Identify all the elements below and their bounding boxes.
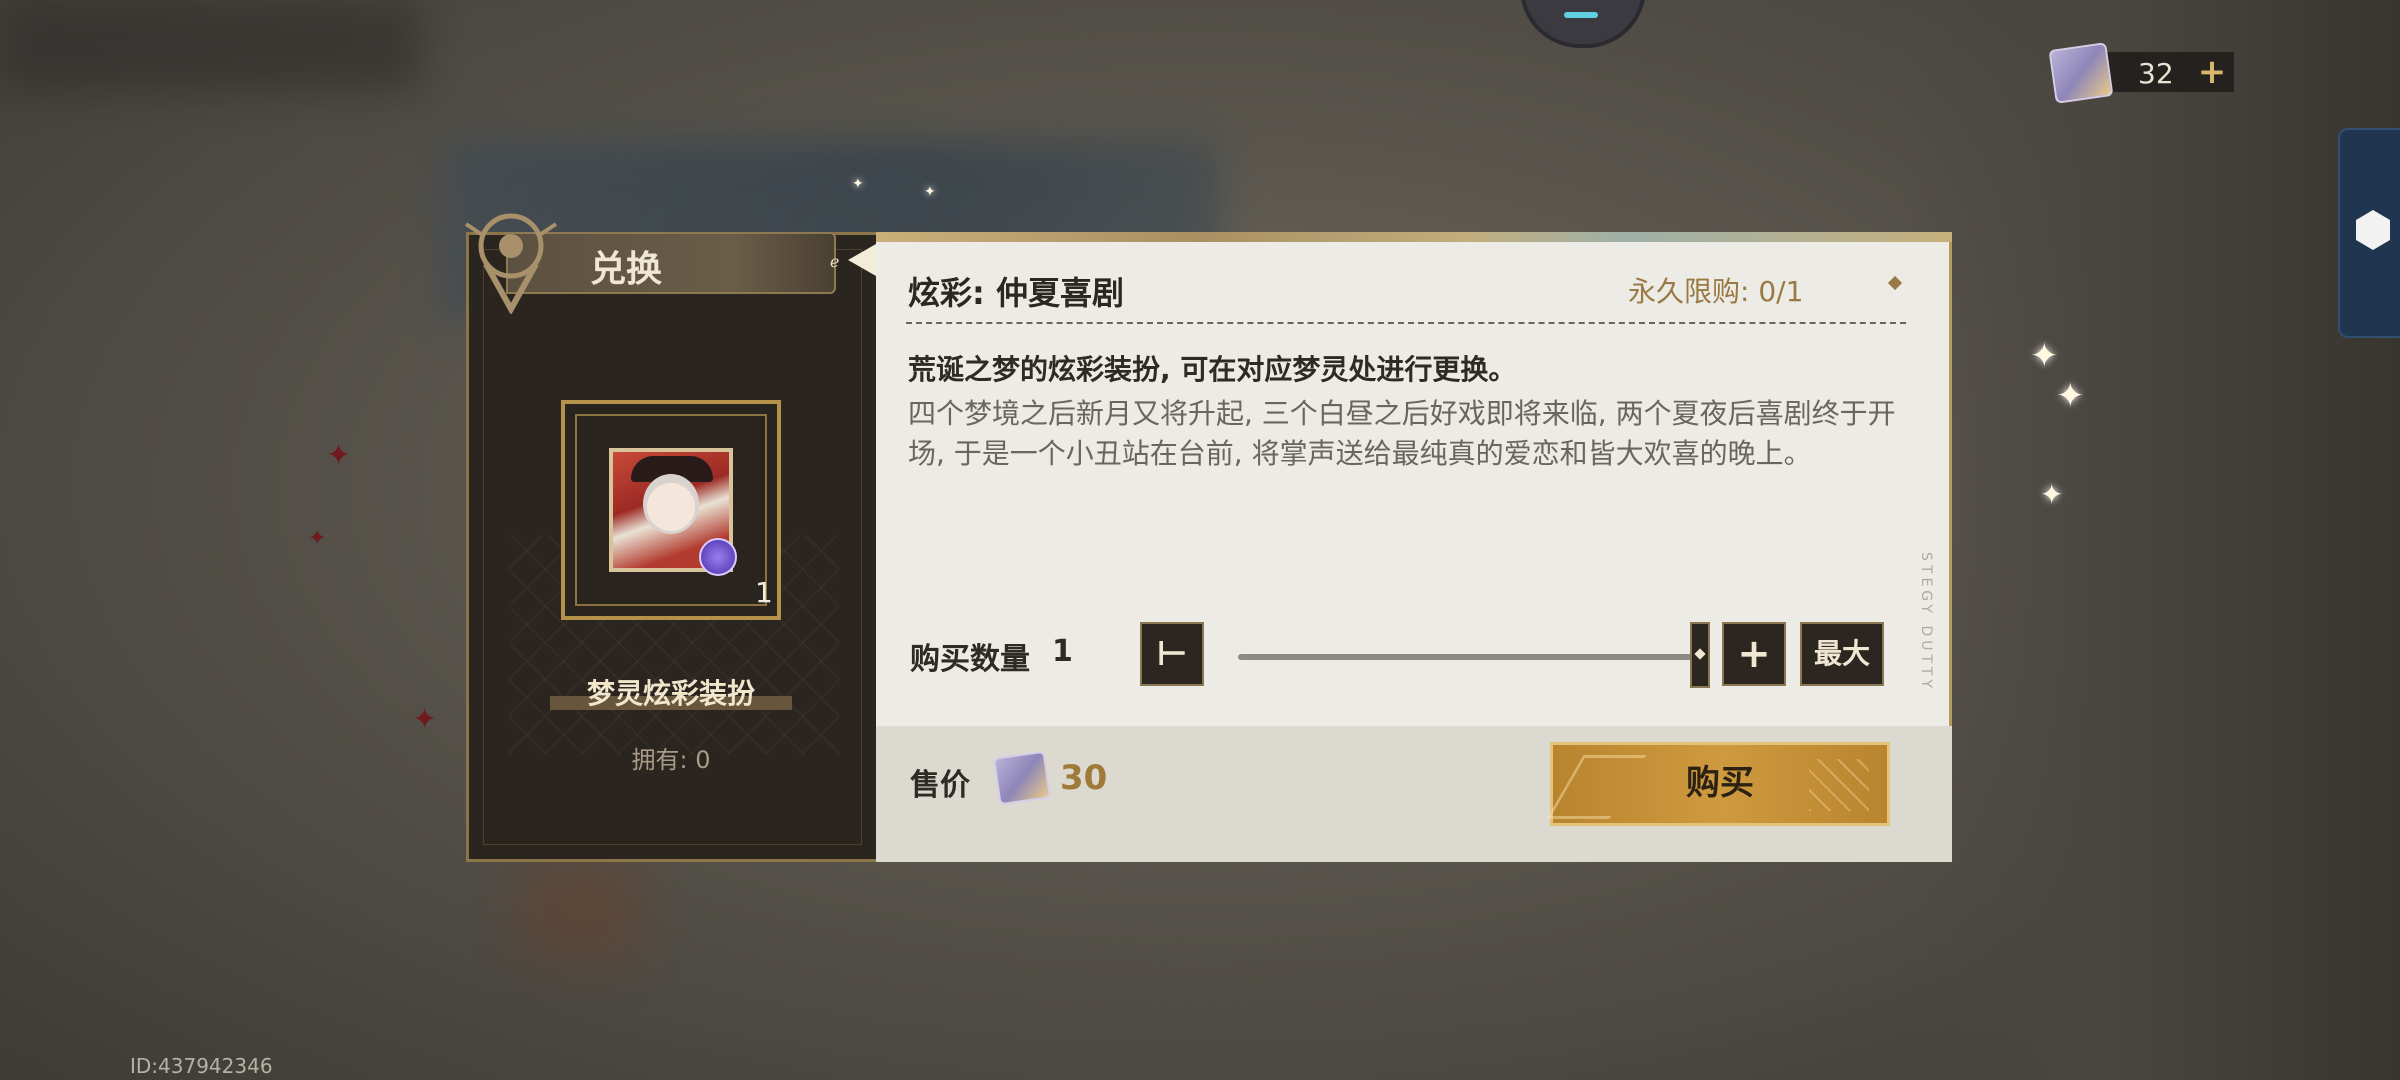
sparkle-icon: ✦: [2040, 478, 2064, 511]
item-count: 1: [755, 576, 773, 609]
background-blur: [520, 860, 640, 960]
side-tab[interactable]: [2338, 128, 2400, 338]
owned-count: 拥有: 0: [631, 746, 711, 774]
dialog-title-tab: 兑换 ℯ: [464, 213, 876, 314]
sparkle-icon: ✦: [924, 184, 936, 200]
collapse-arrow-icon[interactable]: [848, 244, 876, 276]
plus-icon[interactable]: +: [2196, 55, 2228, 89]
price-label: 售价: [910, 768, 970, 803]
user-id: ID:437942346: [130, 1054, 273, 1078]
top-menu-handle[interactable]: [1520, 0, 1646, 48]
quantity-label: 购买数量: [910, 642, 1030, 677]
emblem-icon: [464, 213, 558, 314]
price-value: 30: [1060, 758, 1108, 798]
item-frame: 1: [561, 400, 781, 620]
increase-button[interactable]: +: [1722, 622, 1786, 686]
exchange-dialog: 兑换 ℯ 1 梦灵炫彩装扮 拥有: 0 炫彩: 仲夏喜剧 永久限购: 0/1 荒…: [464, 213, 1954, 872]
decorative-star: ✦: [326, 438, 352, 473]
dialog-title: 兑换: [590, 249, 663, 290]
currency-display: 32 +: [2048, 42, 2234, 104]
quantity-slider[interactable]: [1238, 654, 1698, 660]
outfit-badge-icon: [699, 538, 737, 576]
max-button[interactable]: 最大: [1800, 622, 1884, 686]
slider-handle[interactable]: [1690, 622, 1710, 688]
key-icon: ℯ: [830, 252, 840, 271]
description-main: 荒诞之梦的炫彩装扮, 可在对应梦灵处进行更换。: [908, 353, 1517, 386]
sparkle-icon: ✦: [2030, 336, 2059, 376]
buy-button[interactable]: 购买: [1550, 742, 1890, 826]
buy-button-label: 购买: [1686, 763, 1754, 803]
sparkle-icon: ✦: [852, 176, 864, 192]
quantity-value: 1: [1052, 634, 1073, 669]
decrease-button[interactable]: ⊢: [1140, 622, 1204, 686]
decorative-text: STEGY DUTTY: [1918, 552, 1934, 692]
background-blur: [0, 0, 420, 90]
purchase-limit: 永久限购: 0/1: [1628, 275, 1804, 308]
background-blur: [1900, 0, 2400, 1080]
sparkle-icon: ✦: [2056, 376, 2085, 416]
panel-top-strip: [876, 232, 1952, 242]
description-text: 四个梦境之后新月又将升起, 三个白昼之后好戏即将来临, 两个夏夜后喜剧终于开场,…: [908, 397, 1896, 470]
decorative-star: ✦: [412, 702, 438, 737]
currency-amount: 32: [2138, 57, 2174, 90]
cube-icon: [2356, 210, 2390, 250]
handle-glow: [1564, 12, 1598, 18]
item-name: 梦灵炫彩装扮: [586, 677, 755, 710]
product-title: 炫彩: 仲夏喜剧: [908, 274, 1124, 312]
decorative-star: ✦: [308, 526, 327, 551]
dream-ticket-icon: [992, 750, 1052, 806]
item-image: [609, 448, 737, 576]
dream-ticket-icon: [2048, 42, 2114, 104]
divider: [906, 322, 1906, 324]
character-face: [643, 474, 699, 534]
